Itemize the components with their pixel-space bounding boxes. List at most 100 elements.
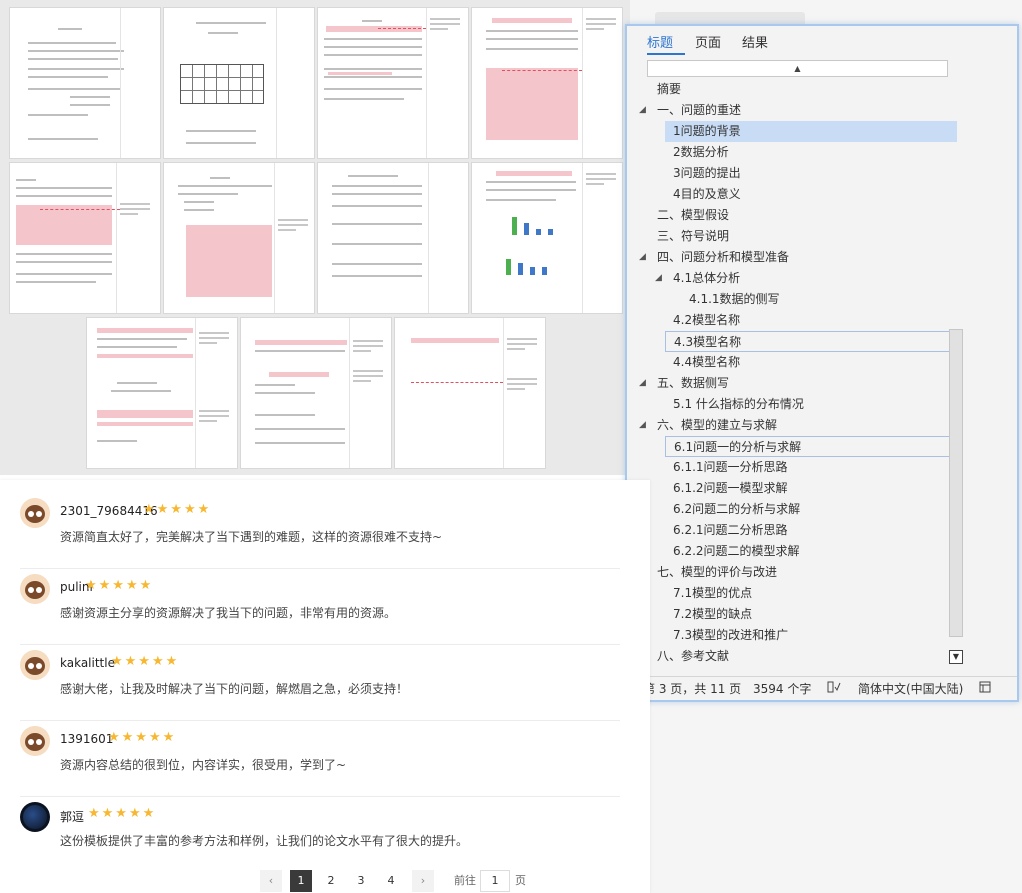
avatar-face-icon — [25, 581, 45, 599]
outline-item-label: 7.3模型的改进和推广 — [673, 628, 789, 642]
outline-item[interactable]: ◢ 五、数据侧写 — [639, 373, 949, 394]
review-item: pulinl ★★★★★ 感谢资源主分享的资源解决了我当下的问题，非常有用的资源。 — [20, 574, 620, 649]
page-thumbnail-2[interactable] — [163, 7, 315, 159]
outline-item-label: 三、符号说明 — [657, 229, 730, 243]
collapse-arrow-icon[interactable]: ◢ — [655, 268, 662, 289]
outline-item-label: 4.3模型名称 — [674, 335, 742, 349]
next-page-button[interactable]: › — [412, 870, 434, 892]
outline-item-label: 6.2.2问题二的模型求解 — [673, 544, 800, 558]
outline-item[interactable]: 6.2.2问题二的模型求解 — [639, 541, 949, 562]
outline-item[interactable]: 6.1.1问题一分析思路 — [639, 457, 949, 478]
outline-item[interactable]: 4.1.1数据的侧写 — [639, 289, 949, 310]
outline-item[interactable]: 八、参考文献 — [639, 646, 949, 667]
outline-item[interactable]: 二、模型假设 — [639, 205, 949, 226]
avatar-face-icon — [25, 505, 45, 523]
divider — [20, 644, 620, 645]
outline-item-label: 2数据分析 — [673, 145, 729, 159]
outline-item[interactable]: 6.2.1问题二分析思路 — [639, 520, 949, 541]
navigation-pane: 标题 页面 结果 ▲ 摘要 ◢ 一、问题的重述 1问题的背景 2数据分析 3问题的提出 4目… — [625, 24, 1019, 702]
review-item: kakalittle ★★★★★ 感谢大佬，让我及时解决了当下的问题，解燃眉之急，必… — [20, 650, 620, 725]
review-username[interactable]: 1391601 — [60, 732, 113, 746]
page-thumbnail-9[interactable] — [86, 317, 238, 469]
avatar[interactable] — [20, 650, 50, 680]
page-1-button[interactable]: 1 — [290, 870, 312, 892]
outline-item[interactable]: 1问题的背景 — [665, 121, 957, 142]
page-thumbnail-4[interactable] — [471, 7, 623, 159]
review-item: 2301_79684416 ★★★★★ 资源简直太好了，完美解决了当下遇到的难题，这… — [20, 498, 620, 573]
avatar[interactable] — [20, 726, 50, 756]
outline-item[interactable]: 4目的及意义 — [639, 184, 949, 205]
language-indicator[interactable]: 简体中文(中国大陆) — [858, 677, 963, 701]
outline-item[interactable]: ◢ 4.1总体分析 — [639, 268, 949, 289]
prev-page-button[interactable]: ‹ — [260, 870, 282, 892]
page-3-button[interactable]: 3 — [350, 870, 372, 892]
tab-pages[interactable]: 页面 — [695, 32, 721, 51]
outline-item-label: 4.1总体分析 — [673, 271, 741, 285]
page-2-button[interactable]: 2 — [320, 870, 342, 892]
outline-item-label: 4.2模型名称 — [673, 313, 741, 327]
review-comment: 感谢大佬，让我及时解决了当下的问题，解燃眉之急，必须支持！ — [60, 682, 409, 696]
outline-item-label: 6.1.2问题一模型求解 — [673, 481, 788, 495]
outline-item[interactable]: 5.1 什么指标的分布情况 — [639, 394, 949, 415]
collapse-arrow-icon[interactable]: ◢ — [639, 373, 646, 394]
avatar[interactable] — [20, 574, 50, 604]
outline-item[interactable]: ◢七、模型的评价与改进 — [639, 562, 949, 583]
page-thumbnail-3[interactable] — [317, 7, 469, 159]
outline-item-label: 4目的及意义 — [673, 187, 741, 201]
layout-icon[interactable] — [979, 677, 991, 701]
outline-item[interactable]: 3问题的提出 — [639, 163, 949, 184]
outline-item[interactable]: 7.3模型的改进和推广 — [639, 625, 949, 646]
outline-item[interactable]: 7.2模型的缺点 — [639, 604, 949, 625]
avatar-face-icon — [25, 733, 45, 751]
proofing-icon[interactable] — [827, 677, 841, 701]
tab-headings[interactable]: 标题 — [647, 32, 673, 51]
outline-item-label: 5.1 什么指标的分布情况 — [673, 397, 804, 411]
page-thumbnail-11[interactable] — [394, 317, 546, 469]
heading-outline: 摘要 ◢ 一、问题的重述 1问题的背景 2数据分析 3问题的提出 4目的及意义二、模型假设三… — [639, 79, 957, 669]
outline-item[interactable]: 6.2问题二的分析与求解 — [639, 499, 949, 520]
review-username[interactable]: kakalittle — [60, 656, 115, 670]
goto-suffix: 页 — [515, 874, 526, 887]
goto-page-input[interactable]: 1 — [480, 870, 510, 892]
page-thumbnail-6[interactable] — [163, 162, 315, 314]
outline-item[interactable]: 7.1模型的优点 — [639, 583, 949, 604]
page-thumbnail-10[interactable] — [240, 317, 392, 469]
page-thumbnail-5[interactable] — [9, 162, 161, 314]
review-username[interactable]: 郭逗 — [60, 808, 84, 825]
page-thumbnail-7[interactable] — [317, 162, 469, 314]
vertical-scrollbar[interactable] — [949, 329, 963, 637]
screen: 标题 页面 结果 ▲ 摘要 ◢ 一、问题的重述 1问题的背景 2数据分析 3问题的提出 4目… — [0, 0, 1022, 893]
review-comment: 资源内容总结的很到位，内容详实，很受用，学到了~ — [60, 758, 347, 772]
collapse-arrow-icon[interactable]: ◢ — [639, 100, 646, 121]
outline-item[interactable]: 6.1.2问题一模型求解 — [639, 478, 949, 499]
avatar[interactable] — [20, 498, 50, 528]
outline-item[interactable]: ◢ 一、问题的重述 — [639, 100, 949, 121]
outline-item[interactable]: 4.3模型名称 — [665, 331, 957, 352]
scroll-up-button[interactable]: ▲ — [647, 60, 948, 77]
outline-item-label: 4.4模型名称 — [673, 355, 741, 369]
outline-item[interactable]: 6.1问题一的分析与求解 — [665, 436, 957, 457]
outline-item[interactable]: 摘要 — [639, 79, 949, 100]
outline-item[interactable]: 三、符号说明 — [639, 226, 949, 247]
page-thumbnail-1[interactable] — [9, 7, 161, 159]
scroll-down-button[interactable]: ▼ — [949, 650, 963, 664]
outline-item[interactable]: 4.4模型名称 — [639, 352, 949, 373]
page-count[interactable]: 第 3 页，共 11 页 — [643, 677, 741, 701]
outline-item-label: 摘要 — [657, 82, 682, 96]
avatar[interactable] — [20, 802, 50, 832]
collapse-arrow-icon[interactable]: ◢ — [639, 415, 646, 436]
outline-item-label: 1问题的背景 — [673, 124, 741, 138]
outline-item[interactable]: ◢ 四、问题分析和模型准备 — [639, 247, 949, 268]
outline-item[interactable]: ◢ 六、模型的建立与求解 — [639, 415, 949, 436]
divider — [20, 796, 620, 797]
outline-item[interactable]: 2数据分析 — [639, 142, 949, 163]
outline-item[interactable]: 4.2模型名称 — [639, 310, 949, 331]
page-4-button[interactable]: 4 — [380, 870, 402, 892]
divider — [20, 568, 620, 569]
collapse-arrow-icon[interactable]: ◢ — [639, 247, 646, 268]
page-thumbnail-8[interactable] — [471, 162, 623, 314]
word-count[interactable]: 3594 个字 — [753, 677, 811, 701]
status-bar: 第 3 页，共 11 页 3594 个字 简体中文(中国大陆) — [627, 676, 1017, 700]
tab-results[interactable]: 结果 — [742, 32, 768, 51]
review-item: 郭逗 ★★★★★ 这份模板提供了丰富的参考方法和样例，让我们的论文水平有了很大的提升… — [20, 802, 620, 877]
